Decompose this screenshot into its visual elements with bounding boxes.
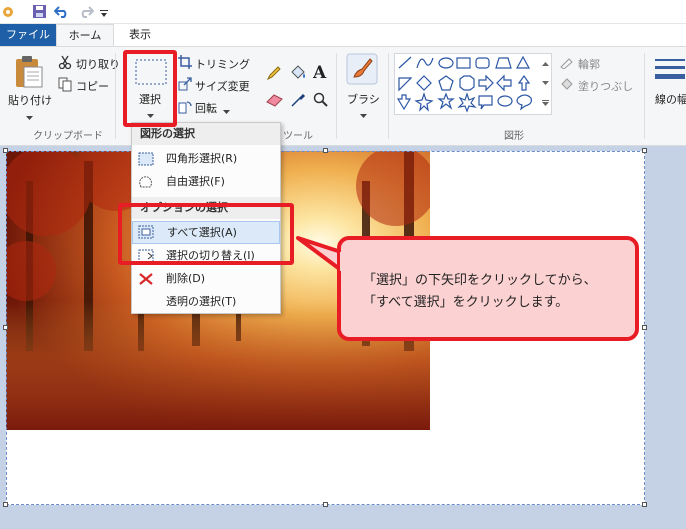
fill-icon[interactable] [289,64,307,85]
ribbon-divider [115,53,116,139]
outline-icon[interactable] [559,55,575,72]
ribbon-tabs: ファイル ホーム 表示 [0,24,686,47]
shapes-scroll-down-icon[interactable] [542,76,549,89]
magnifier-icon[interactable] [313,92,329,111]
rotate-icon[interactable] [178,100,192,117]
redo-icon[interactable] [78,4,95,22]
tab-home[interactable]: ホーム [56,24,114,47]
eraser-icon[interactable] [266,93,284,110]
ribbon-divider [644,53,645,139]
line-width-button[interactable]: 線の幅 [655,91,686,107]
tab-view[interactable]: 表示 [116,24,164,46]
paint-app-icon [2,5,14,22]
fill-shape-icon[interactable] [559,77,575,94]
crop-icon[interactable] [178,55,192,72]
brush-dropdown-icon[interactable] [360,109,367,122]
resize-handle[interactable] [642,502,647,507]
brush-icon[interactable] [346,53,378,88]
free-select-icon [138,174,154,197]
color-picker-icon[interactable] [290,92,306,111]
fill-shape-button[interactable]: 塗りつぶし [578,78,633,94]
paste-dropdown-icon[interactable] [26,111,33,124]
annotation-highlight-select [123,50,177,127]
text-icon[interactable]: A [312,63,327,83]
paste-button[interactable]: 貼り付け [8,92,52,108]
shapes-expand-icon[interactable] [542,97,549,110]
resize-button[interactable]: サイズ変更 [195,78,250,94]
resize-handle[interactable] [642,148,647,153]
resize-handle[interactable] [3,148,8,153]
customize-qat-icon[interactable] [100,8,108,21]
menu-item-transparent-select[interactable]: 透明の選択(T) [132,290,280,313]
tab-file[interactable]: ファイル [0,24,56,46]
brush-button[interactable]: ブラシ [347,91,380,107]
pencil-icon[interactable] [266,65,282,84]
menu-item-free-select[interactable]: 自由選択(F) [132,170,280,193]
copy-icon[interactable] [58,77,72,95]
shapes-gallery-icons [396,55,532,113]
line-width-icon[interactable] [655,57,685,86]
clipboard-group-label: クリップボード [33,131,103,142]
resize-handle[interactable] [323,502,328,507]
rotate-button[interactable]: 回転 [195,100,217,116]
ribbon-divider [336,53,337,139]
outline-button[interactable]: 輪郭 [578,56,600,72]
crop-button[interactable]: トリミング [195,56,250,72]
callout-joint [340,252,345,271]
shapes-group-label: 図形 [504,131,524,142]
annotation-highlight-select-all [118,203,294,265]
resize-handle[interactable] [3,325,8,330]
rotate-dropdown-icon[interactable] [223,105,230,118]
svg-text:A: A [313,64,327,80]
menu-item-delete[interactable]: 削除(D) [132,267,280,290]
resize-icon[interactable] [178,77,192,94]
save-icon[interactable] [32,4,47,22]
copy-button[interactable]: コピー [76,78,109,94]
shapes-gallery[interactable] [394,53,552,115]
quick-access-toolbar [0,0,686,24]
callout-text: 「選択」の下矢印をクリックしてから、 「すべて選択」をクリックします。 [363,270,633,314]
cut-icon[interactable] [58,55,72,72]
tools-group-label: ツール [283,131,313,142]
menu-item-label: 削除(D) [166,272,206,285]
instruction-callout: 「選択」の下矢印をクリックしてから、 「すべて選択」をクリックします。 [337,236,639,341]
resize-handle[interactable] [3,502,8,507]
resize-handle[interactable] [323,148,328,153]
menu-item-label: 四角形選択(R) [166,152,238,165]
ribbon-divider [388,53,389,139]
resize-handle[interactable] [642,325,647,330]
callout-line-2: 「すべて選択」をクリックします。 [363,295,569,310]
undo-icon[interactable] [53,4,70,22]
menu-item-label: 自由選択(F) [166,175,225,188]
cut-button[interactable]: 切り取り [76,56,120,72]
paste-icon[interactable] [14,55,44,92]
shapes-scroll-up-icon[interactable] [542,57,549,70]
callout-line-1: 「選択」の下矢印をクリックしてから、 [363,273,597,288]
menu-item-rect-select[interactable]: 四角形選択(R) [132,147,280,170]
menu-item-label: 透明の選択(T) [166,295,237,308]
ribbon: 貼り付け 切り取り コピー クリップボード 選択 トリミング サイズ変更 回転 … [0,46,686,146]
